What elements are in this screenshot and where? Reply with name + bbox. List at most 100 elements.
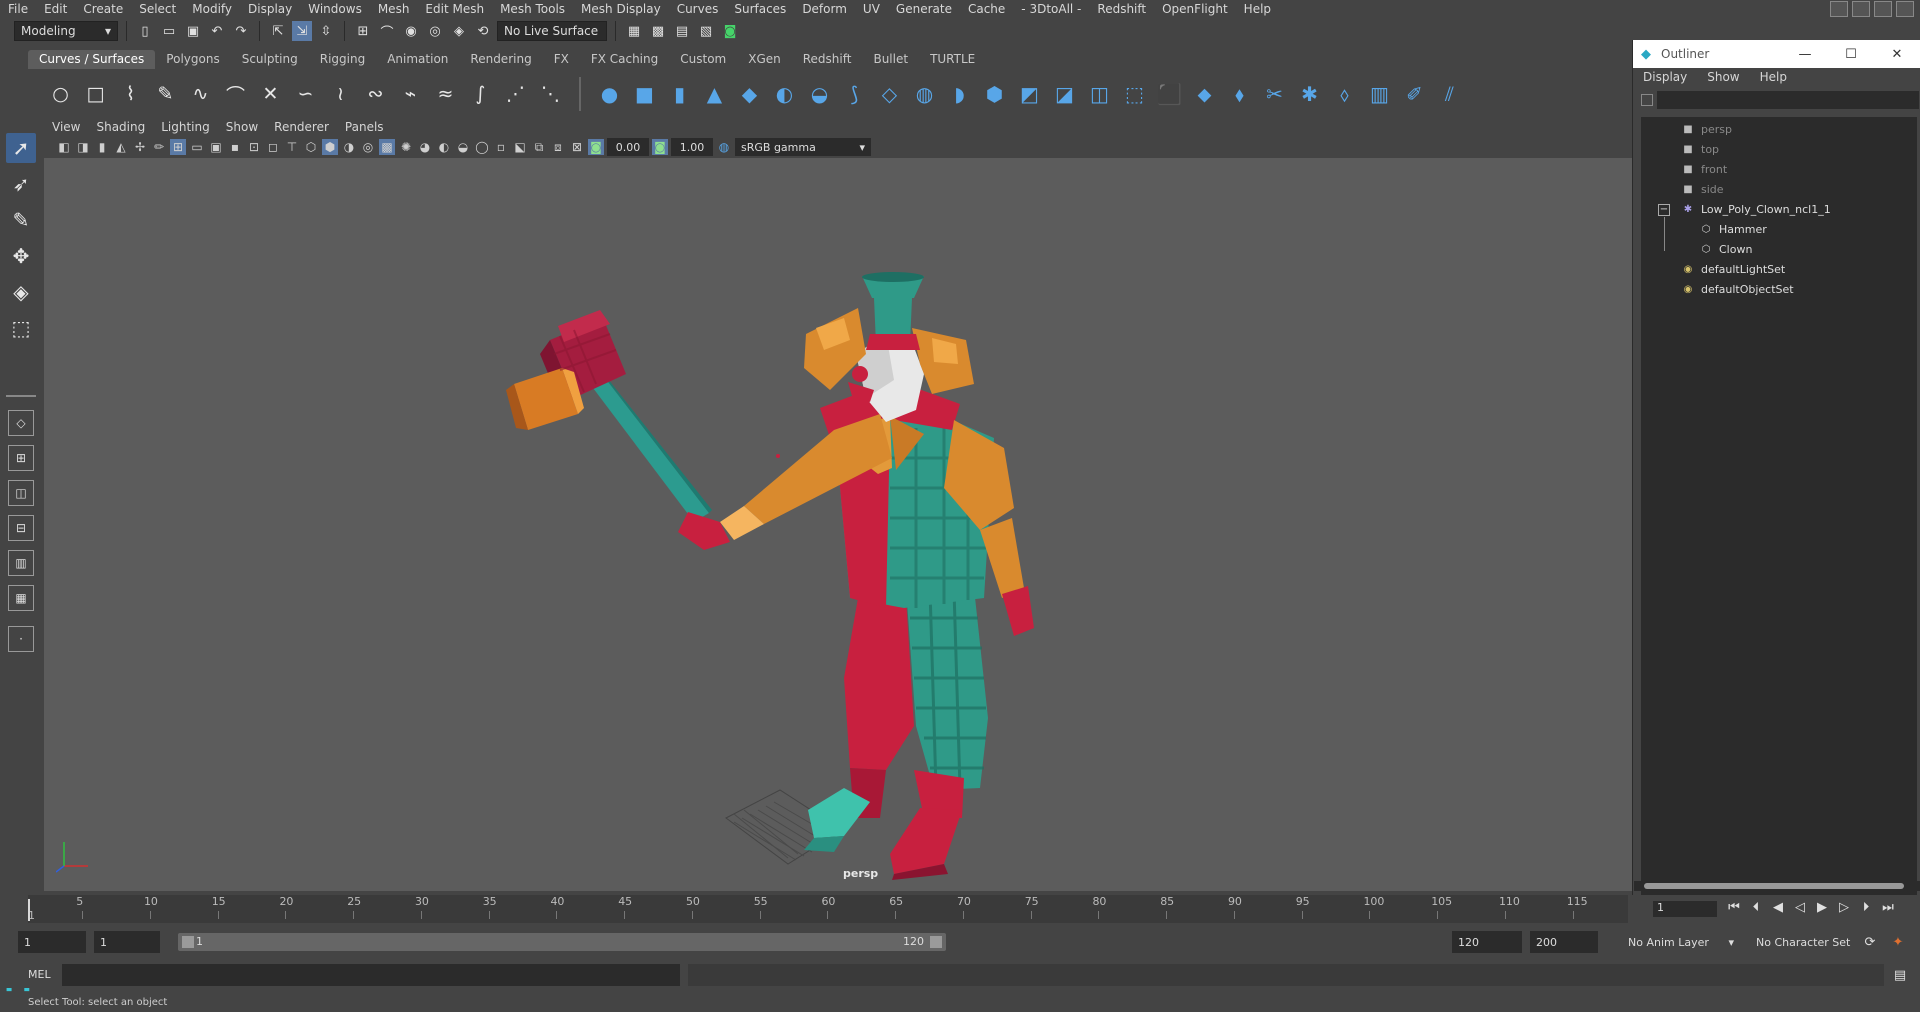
menu-mesh[interactable]: Mesh	[370, 0, 418, 18]
move-tool-icon[interactable]: ✥	[6, 241, 36, 271]
color-management-icon[interactable]: ◍	[716, 139, 732, 155]
range-handle-end[interactable]	[930, 936, 942, 948]
persp-outliner-layout-icon[interactable]: ▦	[8, 585, 34, 611]
select-hierarchy-icon[interactable]: ⇱	[268, 21, 288, 41]
nurbs-circle-icon[interactable]: ○	[48, 82, 73, 107]
outliner-item-front[interactable]: ■ front	[1681, 159, 1727, 179]
smooth-shade-icon[interactable]: ⬢	[322, 139, 338, 155]
two-d-pan-icon[interactable]: ✢	[132, 139, 148, 155]
menu-modify[interactable]: Modify	[184, 0, 240, 18]
side-by-side-layout-icon[interactable]: ◫	[8, 480, 34, 506]
step-back-icon[interactable]: ⏴	[1748, 898, 1764, 916]
nurbs-cube-icon[interactable]: ■	[632, 82, 657, 107]
snap-surface-icon[interactable]: ◈	[449, 21, 469, 41]
ambient-occlusion-icon[interactable]: ◐	[436, 139, 452, 155]
perspective-viewport[interactable]: persp	[44, 158, 1632, 891]
nurbs-square-icon[interactable]: □	[83, 82, 108, 107]
shelf-tab-sculpting[interactable]: Sculpting	[231, 50, 309, 69]
color-space-dropdown[interactable]: sRGB gamma ▾	[735, 138, 871, 156]
outliner-item-persp[interactable]: ■ persp	[1681, 119, 1732, 139]
depth-of-field-icon[interactable]: ▫	[493, 139, 509, 155]
grid-toggle-icon[interactable]: ⊞	[170, 139, 186, 155]
surface-editing-icon[interactable]: ⫽	[1437, 82, 1462, 107]
untrim-icon[interactable]: ⬛	[1157, 82, 1182, 107]
planar-icon[interactable]: ◇	[877, 82, 902, 107]
play-backward-icon[interactable]: ◁	[1792, 898, 1808, 916]
field-chart-icon[interactable]: ⊡	[246, 139, 262, 155]
new-scene-icon[interactable]: ▯	[135, 21, 155, 41]
step-forward-key-icon[interactable]: ▷	[1836, 898, 1852, 916]
fillet-icon[interactable]: ✂	[1262, 82, 1287, 107]
panel-menu-shading[interactable]: Shading	[88, 118, 153, 136]
shelf-tab-fx[interactable]: FX	[543, 50, 580, 69]
minimize-icon[interactable]: —	[1782, 40, 1828, 68]
pencil-curve-icon[interactable]: ∿	[188, 82, 213, 107]
animation-start-field[interactable]: 1	[18, 931, 86, 953]
play-forward-icon[interactable]: ▶	[1814, 898, 1830, 916]
step-forward-icon[interactable]: ⏵	[1858, 898, 1874, 916]
use-all-lights-icon[interactable]: ✺	[398, 139, 414, 155]
rebuild-surface-icon[interactable]: ▥	[1367, 82, 1392, 107]
panel-menu-lighting[interactable]: Lighting	[153, 118, 218, 136]
snap-curve-icon[interactable]: ⌒	[377, 21, 397, 41]
xray-components-icon[interactable]: ⊠	[569, 139, 585, 155]
command-input[interactable]	[62, 964, 680, 986]
filter-icon[interactable]	[1641, 94, 1653, 106]
motion-blur-icon[interactable]: ◒	[455, 139, 471, 155]
snap-point-icon[interactable]: ◉	[401, 21, 421, 41]
scale-tool-icon[interactable]: ⬚	[6, 313, 36, 343]
anim-layer-dropdown[interactable]: No Anim Layer ▾	[1622, 931, 1738, 953]
exposure-toggle-icon[interactable]: ◙	[588, 139, 604, 155]
range-handle-start[interactable]	[182, 936, 194, 948]
scrollbar-thumb[interactable]	[1644, 883, 1904, 889]
xray-icon[interactable]: ⧉	[531, 139, 547, 155]
select-tool-icon[interactable]: ➚	[6, 133, 36, 163]
clown-model[interactable]	[44, 158, 1632, 891]
panel-menu-renderer[interactable]: Renderer	[266, 118, 337, 136]
menu-display[interactable]: Display	[240, 0, 300, 18]
render-settings-icon[interactable]: ▧	[696, 21, 716, 41]
cv-curve-icon[interactable]: ⌇	[118, 82, 143, 107]
nurbs-cone-icon[interactable]: ▲	[702, 82, 727, 107]
open-scene-icon[interactable]: ▭	[159, 21, 179, 41]
nurbs-sphere-icon[interactable]: ●	[597, 82, 622, 107]
lasso-tool-icon[interactable]: ➶	[6, 169, 36, 199]
xray-joints-icon[interactable]: ⧈	[550, 139, 566, 155]
render-frame-icon[interactable]: ▩	[648, 21, 668, 41]
shelf-tab-turtle[interactable]: TURTLE	[919, 50, 986, 69]
extend-curve-icon[interactable]: ⌁	[398, 82, 423, 107]
mode-dropdown[interactable]: Modeling ▾	[14, 21, 118, 41]
current-frame-field[interactable]: 1	[1653, 901, 1717, 917]
select-component-icon[interactable]: ⇳	[316, 21, 336, 41]
project-curve-icon[interactable]: ⬥	[1192, 82, 1217, 107]
menu-uv[interactable]: UV	[855, 0, 888, 18]
film-gate-icon[interactable]: ▭	[189, 139, 205, 155]
character-set-dropdown[interactable]: No Character Set	[1750, 931, 1868, 953]
persp-graph-layout-icon[interactable]: ▥	[8, 550, 34, 576]
isolate-select-icon[interactable]: ⬕	[512, 139, 528, 155]
menu-select[interactable]: Select	[131, 0, 184, 18]
maximize-icon[interactable]: ☐	[1828, 40, 1874, 68]
outliner-item-top[interactable]: ■ top	[1681, 139, 1719, 159]
stitch-icon[interactable]: ✱	[1297, 82, 1322, 107]
current-frame-marker[interactable]	[28, 899, 30, 921]
outliner-item-default-object-set[interactable]: ◉ defaultObjectSet	[1681, 279, 1794, 299]
curve-editing-icon[interactable]: ⋱	[538, 82, 563, 107]
grease-pencil-icon[interactable]: ✏	[151, 139, 167, 155]
panel-menu-view[interactable]: View	[44, 118, 88, 136]
menu-file[interactable]: File	[0, 0, 36, 18]
resolution-gate-icon[interactable]: ▣	[208, 139, 224, 155]
four-pane-layout-icon[interactable]: ⊞	[8, 445, 34, 471]
menu-surfaces[interactable]: Surfaces	[726, 0, 794, 18]
live-surface-field[interactable]: No Live Surface	[497, 21, 607, 41]
loft-icon[interactable]: ⟆	[842, 82, 867, 107]
panel-icon[interactable]	[1874, 1, 1892, 17]
panel-menu-show[interactable]: Show	[218, 118, 266, 136]
go-to-start-icon[interactable]: ⏮	[1726, 898, 1742, 916]
bezier-curve-icon[interactable]: ✕	[258, 82, 283, 107]
paint-effects-icon[interactable]: ✐	[1402, 82, 1427, 107]
snap-grid-icon[interactable]: ⊞	[353, 21, 373, 41]
undo-icon[interactable]: ↶	[207, 21, 227, 41]
ipr-render-icon[interactable]: ▤	[672, 21, 692, 41]
shelf-tab-animation[interactable]: Animation	[376, 50, 459, 69]
